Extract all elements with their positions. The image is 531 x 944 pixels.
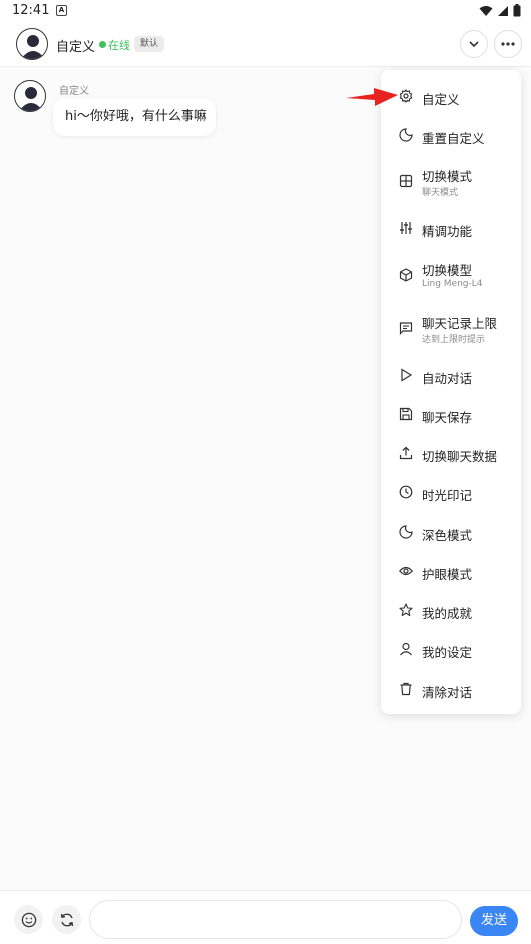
menu-item-label: 自动对话 bbox=[422, 371, 473, 386]
chat-header: 自定义 在线 默认 bbox=[0, 22, 531, 67]
cellular-icon bbox=[498, 5, 508, 16]
system-icons bbox=[479, 4, 521, 17]
battery-icon bbox=[513, 4, 521, 17]
upload-icon bbox=[399, 446, 413, 460]
status-time: 12:41 bbox=[12, 3, 50, 18]
menu-item-switch-model[interactable]: 切换模型 Ling Meng-L4 bbox=[381, 258, 521, 292]
user-avatar-icon bbox=[21, 35, 45, 59]
user-avatar-icon bbox=[19, 87, 43, 111]
save-icon bbox=[399, 407, 413, 421]
play-icon bbox=[401, 368, 413, 382]
grid-icon bbox=[399, 174, 413, 188]
menu-item-label: 切换模型 bbox=[422, 263, 473, 278]
menu-item-chat-history-limit[interactable]: 聊天记录上限 达到上限时提示 bbox=[381, 311, 521, 345]
menu-item-switch-mode[interactable]: 切换模式 聊天模式 bbox=[381, 164, 521, 198]
menu-item-label: 精调功能 bbox=[422, 224, 473, 239]
online-status-label: 在线 bbox=[108, 39, 130, 52]
menu-item-label: 自定义 bbox=[422, 92, 460, 107]
more-button[interactable] bbox=[494, 30, 522, 58]
trash-icon bbox=[400, 682, 412, 696]
composer-bar: 发送 bbox=[0, 890, 531, 944]
emoji-button[interactable] bbox=[14, 905, 43, 934]
menu-item-my-settings[interactable]: 我的设定 bbox=[381, 637, 521, 663]
cube-icon bbox=[399, 268, 413, 282]
send-button[interactable]: 发送 bbox=[470, 906, 518, 936]
clock-icon bbox=[399, 485, 413, 499]
chevron-down-icon bbox=[469, 41, 479, 48]
menu-item-label: 切换聊天数据 bbox=[422, 449, 498, 464]
menu-item-label: 聊天记录上限 bbox=[422, 316, 498, 331]
wifi-icon bbox=[479, 5, 493, 16]
reset-icon bbox=[399, 128, 413, 142]
collapse-button[interactable] bbox=[460, 30, 488, 58]
menu-item-sublabel: Ling Meng-L4 bbox=[422, 279, 483, 289]
menu-item-label: 聊天保存 bbox=[422, 410, 473, 425]
eye-icon bbox=[399, 566, 413, 576]
menu-item-label: 清除对话 bbox=[422, 685, 473, 700]
menu-item-time-mark[interactable]: 时光印记 bbox=[381, 480, 521, 506]
status-bar: 12:41 A bbox=[0, 0, 531, 22]
menu-item-label: 我的成就 bbox=[422, 606, 473, 621]
moon-icon bbox=[399, 525, 413, 539]
menu-item-fine-tune[interactable]: 精调功能 bbox=[381, 216, 521, 242]
menu-item-achievements[interactable]: 我的成就 bbox=[381, 598, 521, 624]
menu-item-switch-chat-data[interactable]: 切换聊天数据 bbox=[381, 441, 521, 467]
menu-item-label: 切换模式 bbox=[422, 169, 473, 184]
menu-item-label: 深色模式 bbox=[422, 528, 473, 543]
menu-item-label: 时光印记 bbox=[422, 488, 473, 503]
online-status-dot bbox=[99, 41, 106, 48]
menu-item-label: 护眼模式 bbox=[422, 567, 473, 582]
message-bubble[interactable]: hi～你好哦，有什么事嘛 bbox=[53, 98, 216, 136]
menu-item-sublabel: 聊天模式 bbox=[422, 188, 459, 198]
menu-item-clear-chat[interactable]: 清除对话 bbox=[381, 677, 521, 703]
menu-item-dark-mode[interactable]: 深色模式 bbox=[381, 520, 521, 546]
menu-item-customize[interactable]: 自定义 bbox=[381, 84, 521, 110]
chat-title: 自定义 bbox=[56, 40, 96, 55]
menu-item-auto-chat[interactable]: 自动对话 bbox=[381, 363, 521, 389]
menu-item-label: 重置自定义 bbox=[422, 131, 485, 146]
default-badge: 默认 bbox=[134, 36, 165, 52]
menu-item-sublabel: 达到上限时提示 bbox=[422, 335, 486, 345]
user-icon bbox=[400, 642, 412, 656]
sliders-icon bbox=[400, 222, 412, 234]
star-icon bbox=[399, 603, 413, 617]
refresh-button[interactable] bbox=[52, 905, 81, 934]
smiley-icon bbox=[21, 912, 36, 927]
refresh-icon bbox=[60, 913, 73, 926]
more-dots-icon bbox=[501, 42, 515, 46]
message-avatar[interactable] bbox=[14, 80, 46, 112]
annotation-arrow-icon bbox=[346, 88, 398, 106]
options-menu: 自定义 重置自定义 切换模式 聊天模式 精调功能 切换模型 Ling Meng-… bbox=[381, 70, 521, 714]
settings-icon bbox=[399, 89, 413, 103]
message-icon bbox=[399, 322, 413, 335]
menu-item-reset-customize[interactable]: 重置自定义 bbox=[381, 123, 521, 149]
menu-item-save-chat[interactable]: 聊天保存 bbox=[381, 402, 521, 428]
message-input[interactable] bbox=[89, 900, 462, 939]
menu-item-eye-care-mode[interactable]: 护眼模式 bbox=[381, 559, 521, 585]
avatar[interactable] bbox=[16, 28, 48, 60]
message-sender: 自定义 bbox=[59, 86, 89, 97]
menu-item-label: 我的设定 bbox=[422, 645, 473, 660]
notification-icon: A bbox=[56, 5, 67, 16]
